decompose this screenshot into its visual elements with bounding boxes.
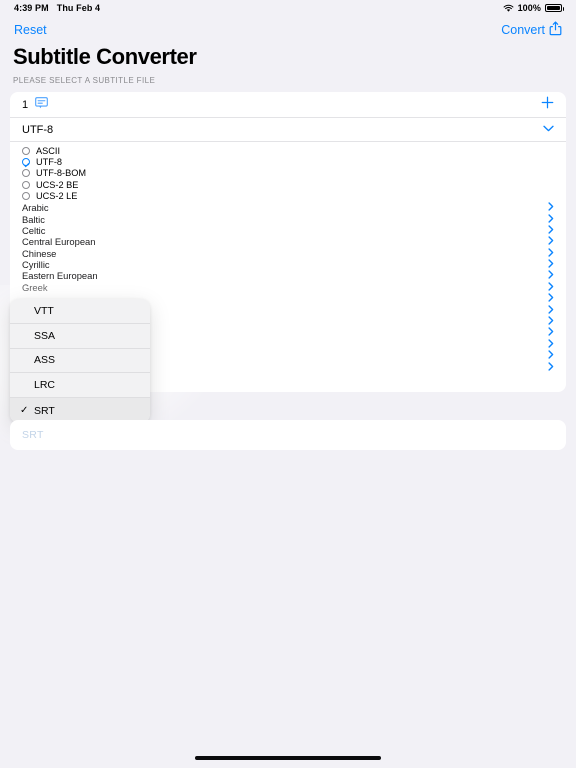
- encoding-category-row[interactable]: Cyrillic: [10, 259, 566, 270]
- encoding-option[interactable]: UCS-2 BE: [10, 179, 566, 190]
- chevron-right-icon: [548, 304, 554, 316]
- checkmark-icon: ✓: [20, 404, 29, 416]
- encoding-category-label: Chinese: [22, 247, 57, 259]
- encoding-option-label: ASCII: [36, 145, 60, 156]
- encoding-option-label: UTF-8: [36, 157, 63, 168]
- encoding-selector-row[interactable]: UTF-8: [10, 118, 566, 142]
- convert-button[interactable]: Convert: [501, 21, 562, 39]
- encoding-category-label: Eastern European: [22, 270, 98, 282]
- radio-unchecked-icon: [22, 169, 30, 178]
- encoding-category-label: Central European: [22, 236, 96, 248]
- encoding-category-row[interactable]: Eastern European: [10, 270, 566, 281]
- encoding-category-row[interactable]: Central European: [10, 236, 566, 247]
- encoding-option[interactable]: ASCII: [10, 145, 566, 156]
- add-file-button[interactable]: [541, 96, 554, 113]
- chevron-right-icon: [548, 270, 554, 281]
- page-title: Subtitle Converter: [13, 44, 197, 69]
- status-bar: 4:39 PM Thu Feb 4 100%: [0, 0, 576, 16]
- radio-unchecked-icon: [22, 146, 30, 155]
- reset-button-label: Reset: [14, 23, 47, 37]
- format-menu-item-label: ASS: [34, 354, 56, 367]
- chevron-right-icon: [548, 293, 554, 304]
- chevron-right-icon: [548, 316, 554, 327]
- encoding-category-label: Cyrillic: [22, 259, 50, 271]
- encoding-option[interactable]: UCS-2 LE: [10, 191, 566, 202]
- encoding-category-row[interactable]: Arabic: [10, 202, 566, 213]
- encoding-category-label: Celtic: [22, 224, 46, 236]
- chevron-right-icon: [548, 225, 554, 236]
- encoding-option-label: UCS-2 BE: [36, 179, 79, 190]
- format-menu-item-label: SRT: [34, 404, 55, 417]
- radio-checked-icon: [22, 158, 30, 167]
- status-date: Thu Feb 4: [56, 3, 101, 13]
- wifi-icon: [503, 4, 514, 13]
- status-bar-left: 4:39 PM Thu Feb 4: [14, 3, 100, 13]
- chevron-down-icon: [543, 124, 554, 135]
- output-format-value: SRT: [22, 429, 44, 441]
- encoding-selected-value: UTF-8: [22, 123, 54, 136]
- file-row[interactable]: 1: [10, 92, 566, 118]
- format-popup-menu: VTT SSA ASS LRC ✓ SRT: [10, 299, 150, 423]
- encoding-option-label: UTF-8-BOM: [36, 168, 87, 179]
- format-menu-item-label: VTT: [34, 304, 54, 317]
- encoding-category-row[interactable]: Celtic: [10, 225, 566, 236]
- status-time: 4:39 PM: [14, 3, 49, 13]
- chevron-right-icon: [548, 361, 554, 373]
- nav-bar-right: Convert: [501, 21, 562, 39]
- encoding-category-label: Greek: [22, 281, 48, 293]
- encoding-option[interactable]: UTF-8: [10, 156, 566, 167]
- chevron-right-icon: [548, 213, 554, 225]
- section-header: PLEASE SELECT A SUBTITLE FILE: [13, 76, 156, 85]
- encoding-category-row[interactable]: Greek: [10, 282, 566, 293]
- convert-button-label: Convert: [501, 23, 545, 37]
- chevron-right-icon: [548, 236, 554, 247]
- format-menu-item-label: LRC: [34, 379, 56, 392]
- subtitle-captions-icon: [35, 96, 48, 114]
- battery-full-icon: [545, 4, 564, 12]
- app-screen: 4:39 PM Thu Feb 4 100% Reset Convert Sub…: [0, 0, 576, 768]
- radio-unchecked-icon: [22, 180, 30, 189]
- format-menu-item-label: SSA: [34, 329, 56, 342]
- share-export-icon: [549, 21, 562, 39]
- chevron-right-icon: [548, 282, 554, 293]
- encoding-category-row[interactable]: Baltic: [10, 213, 566, 225]
- status-bar-right: 100%: [503, 3, 564, 13]
- nav-bar: Reset Convert: [0, 17, 576, 43]
- chevron-right-icon: [548, 339, 554, 350]
- format-menu-item[interactable]: ASS: [10, 349, 150, 374]
- encoding-category-label: Arabic: [22, 202, 49, 214]
- chevron-right-icon: [548, 350, 554, 361]
- radio-unchecked-icon: [22, 192, 30, 201]
- chevron-right-icon: [548, 248, 554, 259]
- chevron-right-icon: [548, 259, 554, 270]
- format-menu-item[interactable]: LRC: [10, 373, 150, 399]
- format-menu-item[interactable]: SSA: [10, 324, 150, 349]
- chevron-right-icon: [548, 202, 554, 213]
- encoding-option[interactable]: UTF-8-BOM: [10, 168, 566, 179]
- reset-button[interactable]: Reset: [14, 23, 47, 37]
- encoding-category-label: Baltic: [22, 213, 45, 225]
- encoding-option-label: UCS-2 LE: [36, 191, 78, 202]
- home-indicator: [195, 756, 381, 760]
- chevron-right-icon: [548, 327, 554, 338]
- file-count-label: 1: [22, 98, 29, 111]
- format-menu-item[interactable]: VTT: [10, 299, 150, 324]
- battery-percent-label: 100%: [517, 3, 541, 13]
- encoding-category-row[interactable]: Chinese: [10, 248, 566, 259]
- output-format-row[interactable]: SRT: [10, 420, 566, 450]
